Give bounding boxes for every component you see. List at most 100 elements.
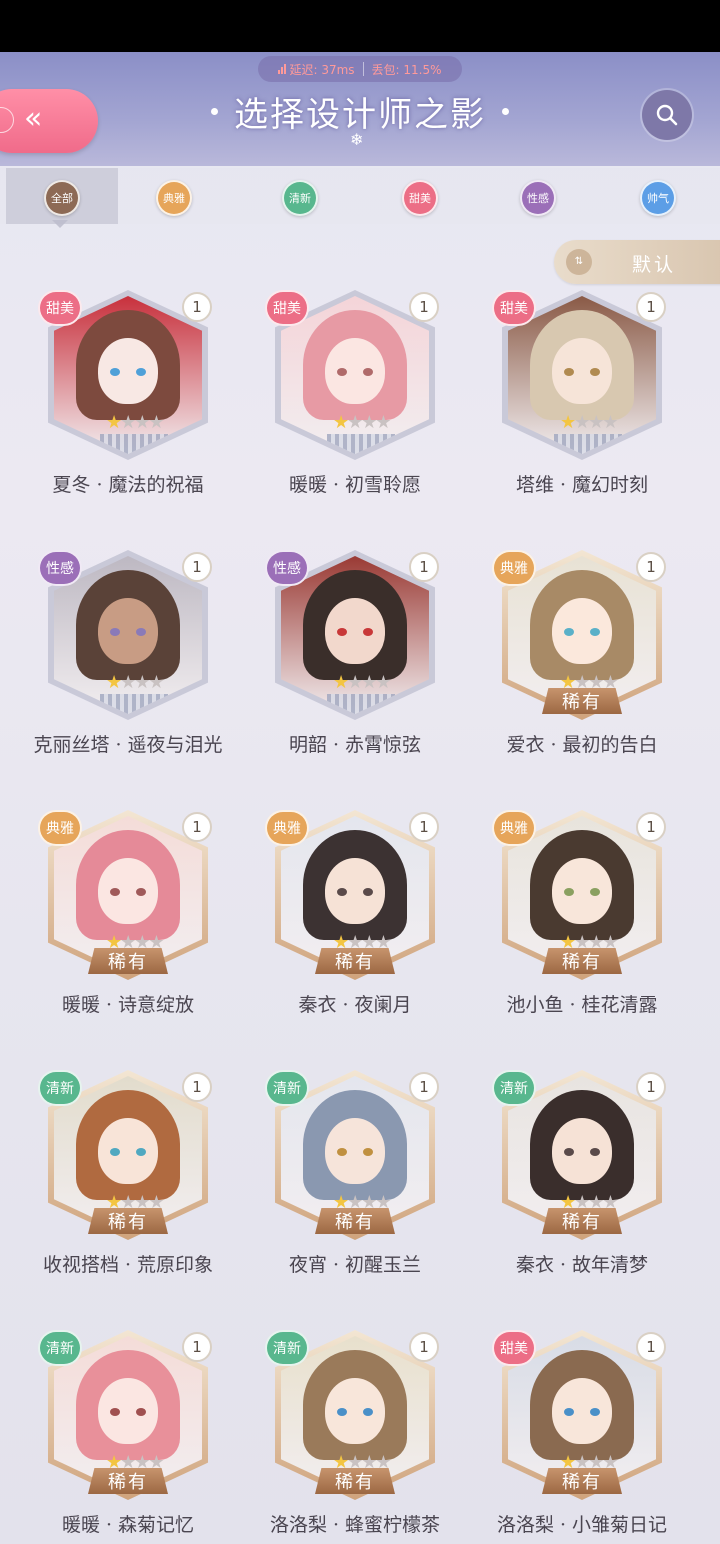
rare-banner: 稀有	[542, 688, 622, 714]
active-tab-pointer	[52, 220, 68, 228]
style-tag: 典雅	[265, 810, 309, 846]
portrait-eye	[564, 1408, 574, 1416]
style-tag: 清新	[38, 1070, 82, 1106]
portrait-eye	[110, 628, 120, 636]
owned-count-badge: 1	[636, 1332, 666, 1362]
designer-card[interactable]: ★★★★ 稀有 清新 1 暖暖 · 森菊记忆	[38, 1330, 218, 1544]
designer-card[interactable]: ★★★★ 稀有 典雅 1 池小鱼 · 桂花清露	[492, 810, 672, 1040]
rare-banner: 稀有	[315, 948, 395, 974]
portrait-eye	[110, 1148, 120, 1156]
rare-banner: 稀有	[542, 948, 622, 974]
card-name: 洛洛梨 · 小雏菊日记	[496, 1514, 668, 1536]
rare-banner: 稀有	[88, 1208, 168, 1234]
designer-card[interactable]: ★★★★ 稀有 清新 1 收视搭档 · 荒原印象	[38, 1070, 218, 1300]
back-ring-icon	[0, 107, 14, 133]
portrait-eye	[110, 888, 120, 896]
sort-button[interactable]: ⇅ 默认	[554, 240, 720, 284]
portrait-eye	[337, 1408, 347, 1416]
designer-card[interactable]: ★★★★ 稀有 典雅 1 爱衣 · 最初的告白	[492, 550, 672, 780]
tab-2[interactable]: 清新	[282, 180, 318, 216]
portrait-face	[552, 338, 612, 404]
portrait-face	[325, 1118, 385, 1184]
rare-banner: 稀有	[315, 1468, 395, 1494]
card-name: 洛洛梨 · 蜂蜜柠檬茶	[269, 1514, 441, 1536]
portrait-eye	[363, 1148, 373, 1156]
tab-1[interactable]: 典雅	[156, 180, 192, 216]
portrait-eye	[590, 888, 600, 896]
style-tag: 清新	[38, 1330, 82, 1366]
portrait-eye	[564, 888, 574, 896]
owned-count-badge: 1	[182, 552, 212, 582]
style-tag: 甜美	[492, 1330, 536, 1366]
owned-count-badge: 1	[409, 292, 439, 322]
style-tag: 甜美	[492, 290, 536, 326]
category-tabs: 全部 典雅 清新 甜美 性感 帅气	[0, 168, 720, 228]
portrait-eye	[564, 628, 574, 636]
portrait-eye	[136, 368, 146, 376]
tab-5[interactable]: 帅气	[640, 180, 676, 216]
designer-card[interactable]: ★★★★ 性感 1 克丽丝塔 · 遥夜与泪光	[33, 550, 223, 780]
network-status-pill: 延迟: 37ms 丢包: 11.5%	[258, 56, 462, 82]
card-name: 池小鱼 · 桂花清露	[506, 994, 658, 1016]
owned-count-badge: 1	[182, 1072, 212, 1102]
latency-label: 延迟: 37ms	[289, 62, 355, 77]
portrait-face	[325, 1378, 385, 1444]
style-tag: 甜美	[38, 290, 82, 326]
designer-card[interactable]: ★★★★ 稀有 清新 1 洛洛梨 · 蜂蜜柠檬茶	[265, 1330, 445, 1544]
portrait-eye	[136, 888, 146, 896]
tab-0[interactable]: 全部	[44, 180, 80, 216]
card-name: 暖暖 · 森菊记忆	[61, 1514, 195, 1536]
search-button[interactable]	[642, 90, 692, 140]
card-name: 明韶 · 赤霄惊弦	[288, 734, 422, 756]
designer-card[interactable]: ★★★★ 甜美 1 夏冬 · 魔法的祝福	[38, 290, 218, 520]
style-tag: 清新	[265, 1330, 309, 1366]
card-name: 秦衣 · 夜阑月	[298, 994, 412, 1016]
style-tag: 典雅	[38, 810, 82, 846]
designer-card[interactable]: ★★★★ 稀有 清新 1 夜宵 · 初醒玉兰	[265, 1070, 445, 1300]
portrait-face	[98, 598, 158, 664]
designer-card[interactable]: ★★★★ 稀有 甜美 1 洛洛梨 · 小雏菊日记	[492, 1330, 672, 1544]
portrait-face	[325, 858, 385, 924]
star-rating: ★★★★	[333, 672, 392, 693]
signal-icon	[278, 64, 287, 74]
system-status-bar	[0, 0, 720, 52]
tab-4[interactable]: 性感	[520, 180, 556, 216]
designer-card[interactable]: ★★★★ 甜美 1 暖暖 · 初雪聆愿	[265, 290, 445, 520]
portrait-eye	[337, 1148, 347, 1156]
style-tag: 性感	[38, 550, 82, 586]
portrait-eye	[337, 368, 347, 376]
title-group: 选择设计师之影	[180, 86, 540, 136]
designer-card[interactable]: ★★★★ 稀有 典雅 1 秦衣 · 夜阑月	[265, 810, 445, 1040]
designer-card[interactable]: ★★★★ 稀有 典雅 1 暖暖 · 诗意绽放	[38, 810, 218, 1040]
portrait-eye	[590, 368, 600, 376]
portrait-eye	[363, 1408, 373, 1416]
portrait-face	[552, 1378, 612, 1444]
designer-card[interactable]: ★★★★ 性感 1 明韶 · 赤霄惊弦	[265, 550, 445, 780]
portrait-face	[98, 858, 158, 924]
card-name: 爱衣 · 最初的告白	[506, 734, 658, 756]
owned-count-badge: 1	[636, 812, 666, 842]
card-name: 夜宵 · 初醒玉兰	[288, 1254, 422, 1276]
portrait-eye	[363, 628, 373, 636]
portrait-face	[98, 1118, 158, 1184]
portrait-face	[325, 598, 385, 664]
portrait-face	[98, 338, 158, 404]
owned-count-badge: 1	[409, 812, 439, 842]
back-button[interactable]: «	[0, 89, 98, 153]
owned-count-badge: 1	[636, 1072, 666, 1102]
owned-count-badge: 1	[409, 552, 439, 582]
style-tag: 清新	[492, 1070, 536, 1106]
designer-card[interactable]: ★★★★ 稀有 清新 1 秦衣 · 故年清梦	[492, 1070, 672, 1300]
card-name: 夏冬 · 魔法的祝福	[52, 474, 204, 496]
designer-card[interactable]: ★★★★ 甜美 1 塔维 · 魔幻时刻	[492, 290, 672, 520]
style-tag: 典雅	[492, 810, 536, 846]
portrait-face	[552, 1118, 612, 1184]
header-bar: 延迟: 37ms 丢包: 11.5% « 选择设计师之影 ❄	[0, 52, 720, 166]
portrait-eye	[363, 368, 373, 376]
tab-3[interactable]: 甜美	[402, 180, 438, 216]
sort-arrows-icon: ⇅	[566, 249, 592, 275]
owned-count-badge: 1	[182, 812, 212, 842]
portrait-eye	[136, 628, 146, 636]
card-name: 收视搭档 · 荒原印象	[42, 1254, 214, 1276]
style-tag: 甜美	[265, 290, 309, 326]
